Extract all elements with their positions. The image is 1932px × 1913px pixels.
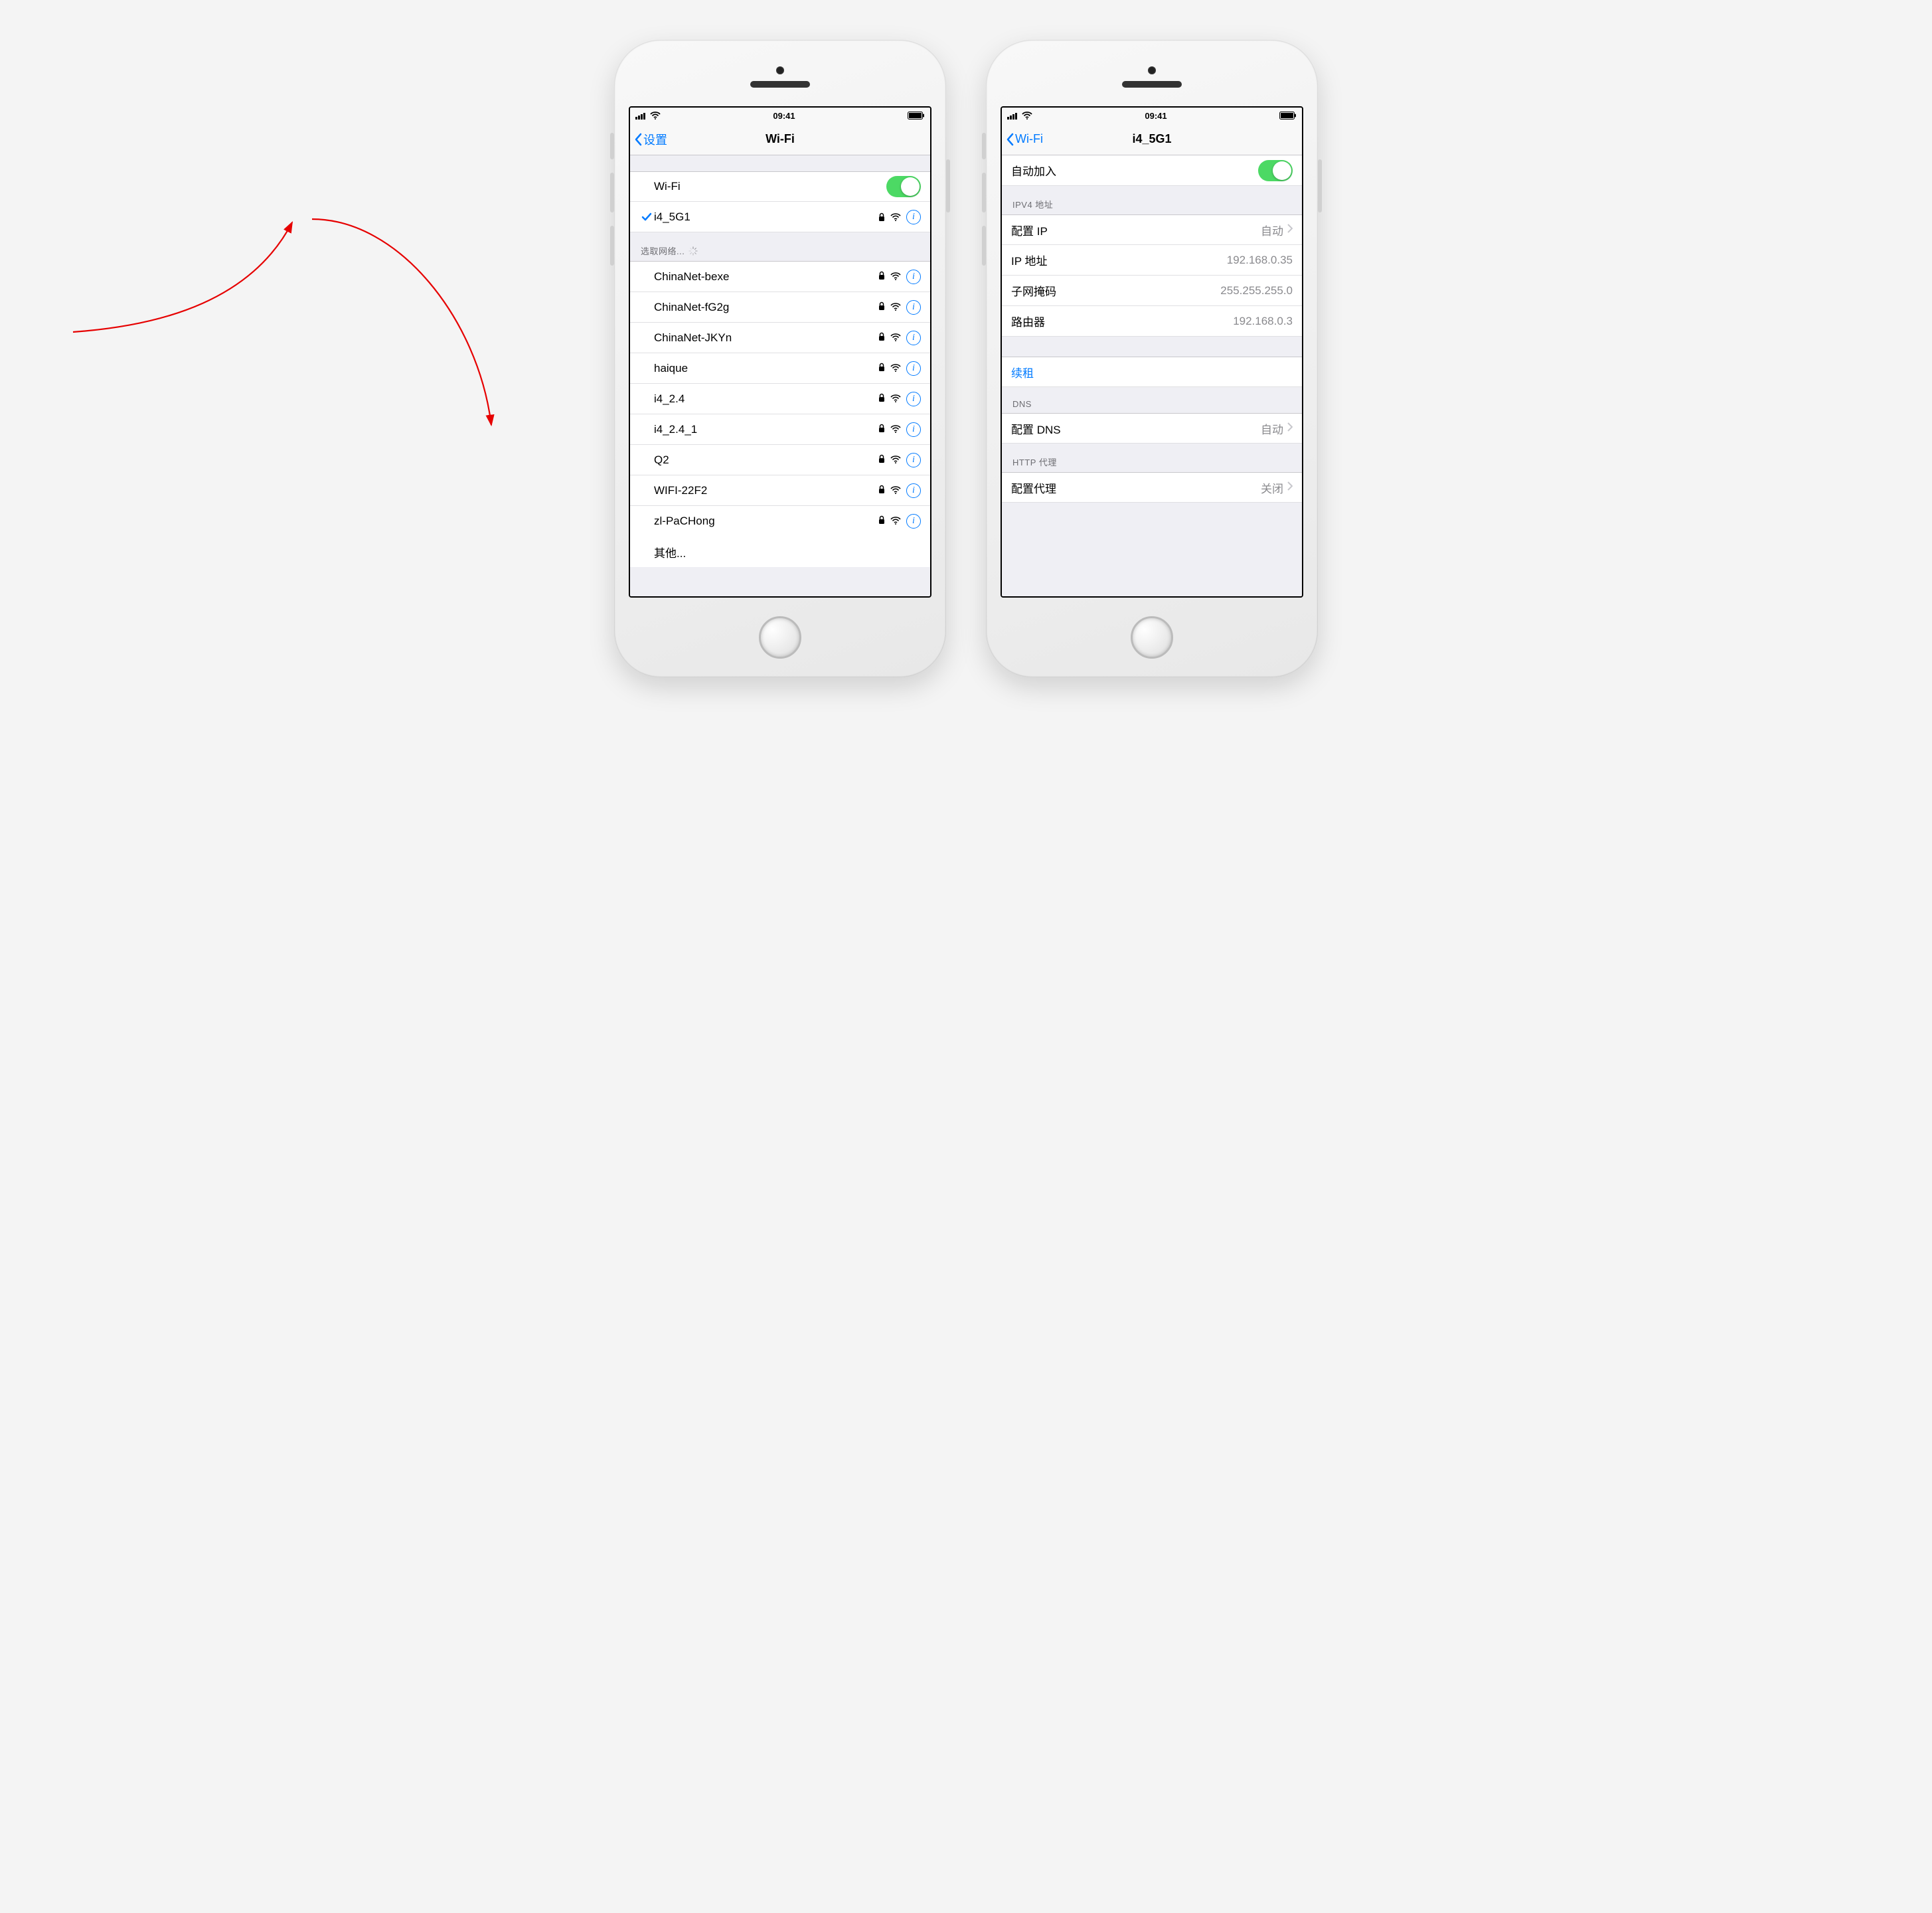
lock-icon bbox=[878, 484, 885, 497]
wifi-icon bbox=[890, 270, 901, 284]
router-row: 路由器 192.168.0.3 bbox=[1002, 306, 1302, 337]
network-row[interactable]: Q2 i bbox=[630, 445, 930, 475]
network-row[interactable]: ChinaNet-fG2g i bbox=[630, 292, 930, 323]
network-row[interactable]: ChinaNet-JKYn i bbox=[630, 323, 930, 353]
checkmark-icon bbox=[639, 212, 654, 222]
signal-icon bbox=[1007, 112, 1019, 120]
lock-icon bbox=[878, 423, 885, 436]
back-label: Wi-Fi bbox=[1015, 132, 1043, 146]
status-time: 09:41 bbox=[1145, 111, 1167, 121]
lock-icon bbox=[878, 301, 885, 314]
other-network-row[interactable]: 其他... bbox=[630, 537, 930, 567]
wifi-icon bbox=[1022, 112, 1032, 120]
ipv4-header: IPV4 地址 bbox=[1002, 186, 1302, 214]
proxy-header: HTTP 代理 bbox=[1002, 444, 1302, 472]
network-ssid: i4_2.4_1 bbox=[654, 423, 878, 436]
wifi-icon bbox=[890, 362, 901, 375]
network-ssid: ChinaNet-JKYn bbox=[654, 331, 878, 345]
auto-join-toggle[interactable] bbox=[1258, 160, 1293, 181]
status-time: 09:41 bbox=[773, 111, 795, 121]
other-label: 其他... bbox=[654, 544, 921, 560]
network-row[interactable]: i4_2.4 i bbox=[630, 384, 930, 414]
wifi-icon bbox=[890, 484, 901, 497]
wifi-icon bbox=[890, 392, 901, 406]
home-button[interactable] bbox=[759, 616, 801, 659]
wifi-icon bbox=[890, 423, 901, 436]
network-row[interactable]: ChinaNet-bexe i bbox=[630, 262, 930, 292]
info-icon[interactable]: i bbox=[906, 514, 921, 529]
lock-icon bbox=[878, 270, 885, 284]
info-icon[interactable]: i bbox=[906, 210, 921, 224]
chevron-left-icon bbox=[634, 133, 642, 146]
phone-left: 09:41 设置 Wi-Fi Wi-Fi i4_5G1 bbox=[614, 40, 946, 677]
lock-icon bbox=[878, 515, 885, 528]
info-icon[interactable]: i bbox=[906, 392, 921, 406]
connected-network-row[interactable]: i4_5G1 i bbox=[630, 202, 930, 232]
info-icon[interactable]: i bbox=[906, 361, 921, 376]
info-icon[interactable]: i bbox=[906, 453, 921, 467]
phone-right: 09:41 Wi-Fi i4_5G1 自动加入 IPV4 地址 配置 IP 自动 bbox=[986, 40, 1318, 677]
subnet-row: 子网掩码 255.255.255.0 bbox=[1002, 276, 1302, 306]
wifi-icon bbox=[890, 213, 901, 221]
info-icon[interactable]: i bbox=[906, 270, 921, 284]
signal-icon bbox=[635, 112, 647, 120]
info-icon[interactable]: i bbox=[906, 300, 921, 315]
network-ssid: WIFI-22F2 bbox=[654, 484, 878, 497]
lock-icon bbox=[878, 362, 885, 375]
wifi-icon bbox=[890, 301, 901, 314]
back-label: 设置 bbox=[643, 131, 667, 148]
lock-icon bbox=[878, 331, 885, 345]
lock-icon bbox=[878, 392, 885, 406]
nav-bar: Wi-Fi i4_5G1 bbox=[1002, 124, 1302, 155]
network-ssid: ChinaNet-bexe bbox=[654, 270, 878, 284]
wifi-label: Wi-Fi bbox=[654, 180, 886, 193]
annotation-arrows bbox=[0, 0, 1932, 717]
network-ssid: ChinaNet-fG2g bbox=[654, 301, 878, 314]
wifi-icon bbox=[890, 515, 901, 528]
wifi-toggle[interactable] bbox=[886, 176, 921, 197]
connected-ssid: i4_5G1 bbox=[654, 210, 878, 224]
spinner-icon bbox=[688, 246, 698, 256]
page-title: Wi-Fi bbox=[630, 132, 930, 146]
ip-address-row: IP 地址 192.168.0.35 bbox=[1002, 245, 1302, 276]
chevron-right-icon bbox=[1287, 223, 1293, 236]
wifi-toggle-row[interactable]: Wi-Fi bbox=[630, 171, 930, 202]
battery-icon bbox=[1279, 112, 1297, 120]
back-button[interactable]: Wi-Fi bbox=[1002, 132, 1043, 146]
wifi-icon bbox=[650, 112, 661, 120]
chevron-right-icon bbox=[1287, 422, 1293, 435]
dns-header: DNS bbox=[1002, 387, 1302, 413]
info-icon[interactable]: i bbox=[906, 422, 921, 437]
configure-proxy-row[interactable]: 配置代理 关闭 bbox=[1002, 472, 1302, 503]
info-icon[interactable]: i bbox=[906, 331, 921, 345]
home-button[interactable] bbox=[1131, 616, 1173, 659]
network-ssid: Q2 bbox=[654, 454, 878, 467]
back-button[interactable]: 设置 bbox=[630, 131, 667, 148]
network-ssid: zl-PaCHong bbox=[654, 515, 878, 528]
page-title: i4_5G1 bbox=[1002, 132, 1302, 146]
auto-join-row[interactable]: 自动加入 bbox=[1002, 155, 1302, 186]
network-row[interactable]: haique i bbox=[630, 353, 930, 384]
network-row[interactable]: zl-PaCHong i bbox=[630, 506, 930, 537]
info-icon[interactable]: i bbox=[906, 483, 921, 498]
wifi-icon bbox=[890, 454, 901, 467]
renew-lease-row[interactable]: 续租 bbox=[1002, 357, 1302, 387]
auto-join-label: 自动加入 bbox=[1011, 162, 1258, 179]
battery-icon bbox=[908, 112, 925, 120]
network-row[interactable]: i4_2.4_1 i bbox=[630, 414, 930, 445]
network-ssid: i4_2.4 bbox=[654, 392, 878, 406]
lock-icon bbox=[878, 454, 885, 467]
chevron-right-icon bbox=[1287, 481, 1293, 494]
network-ssid: haique bbox=[654, 362, 878, 375]
status-bar: 09:41 bbox=[630, 108, 930, 124]
status-bar: 09:41 bbox=[1002, 108, 1302, 124]
lock-icon bbox=[878, 212, 885, 222]
configure-ip-row[interactable]: 配置 IP 自动 bbox=[1002, 214, 1302, 245]
wifi-icon bbox=[890, 331, 901, 345]
configure-dns-row[interactable]: 配置 DNS 自动 bbox=[1002, 413, 1302, 444]
nav-bar: 设置 Wi-Fi bbox=[630, 124, 930, 155]
networks-header: 选取网络... bbox=[630, 232, 930, 261]
network-row[interactable]: WIFI-22F2 i bbox=[630, 475, 930, 506]
chevron-left-icon bbox=[1006, 133, 1014, 146]
